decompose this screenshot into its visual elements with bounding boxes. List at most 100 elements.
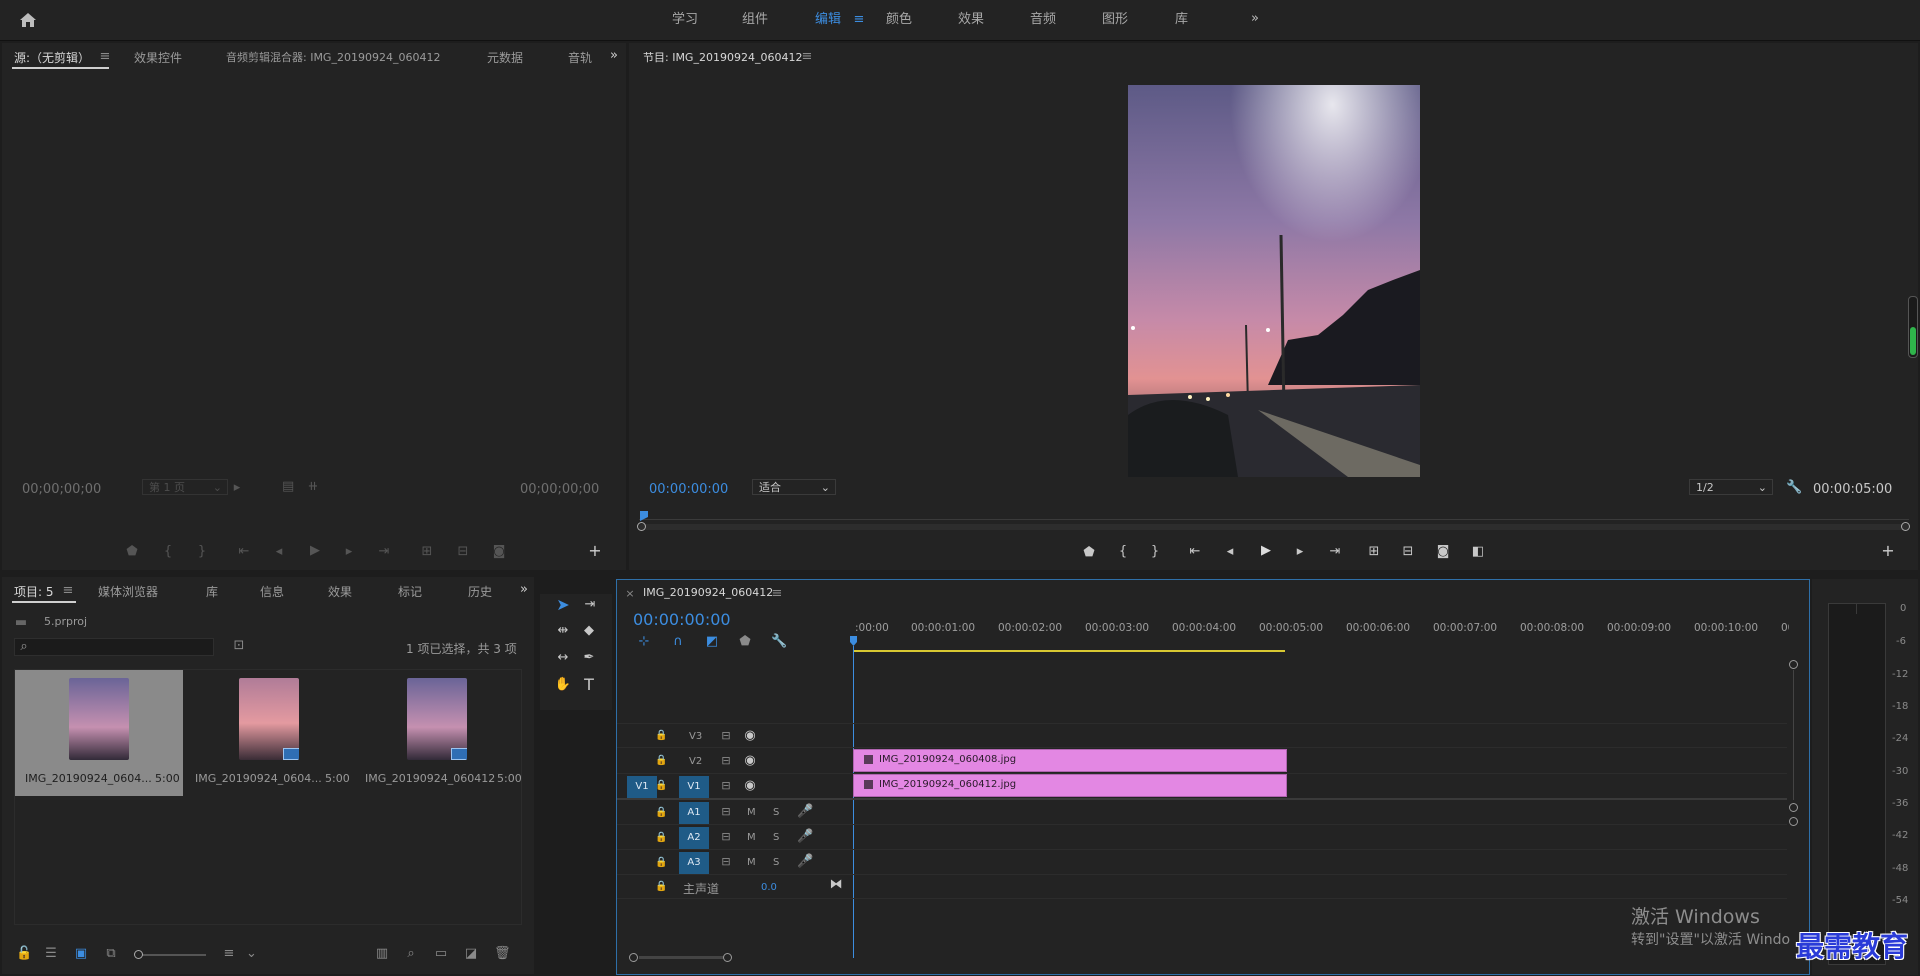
- panel-menu-icon[interactable]: ≡: [99, 50, 111, 64]
- export-frame-icon[interactable]: ▤: [282, 480, 294, 494]
- close-icon[interactable]: ×: [625, 587, 635, 601]
- microphone-icon[interactable]: 🎤: [797, 830, 813, 844]
- automate-icon[interactable]: ▥: [374, 947, 390, 961]
- tab-audio-track[interactable]: 音轨: [568, 49, 592, 66]
- project-item[interactable]: IMG_20190924_0604... 5:00: [185, 670, 353, 796]
- add-button-icon[interactable]: +: [1881, 543, 1895, 559]
- razor-tool-icon[interactable]: ◆: [580, 624, 598, 638]
- icon-view-icon[interactable]: ▣: [74, 947, 88, 961]
- mark-in-icon[interactable]: {: [162, 545, 174, 559]
- playhead-marker[interactable]: [850, 636, 857, 646]
- pen-tool-icon[interactable]: ✒: [580, 651, 598, 665]
- home-icon[interactable]: [18, 12, 38, 30]
- zoom-handle-right[interactable]: [1901, 522, 1910, 531]
- overwrite-icon[interactable]: ⊟: [454, 545, 472, 559]
- camera-icon[interactable]: ◙: [1436, 545, 1450, 559]
- lock-icon[interactable]: 🔒: [655, 856, 667, 870]
- lock-icon[interactable]: 🔓: [16, 947, 32, 961]
- chevron-down-icon[interactable]: ⌄: [246, 947, 257, 961]
- go-to-end-icon[interactable]: ⧓: [829, 878, 843, 892]
- tab-effects[interactable]: 效果: [328, 583, 352, 600]
- timeline-clip[interactable]: IMG_20190924_060412.jpg: [853, 774, 1287, 797]
- source-timecode-in[interactable]: 00;00;00;00: [22, 482, 101, 497]
- play-icon[interactable]: ▶: [308, 544, 322, 558]
- tab-media-browser[interactable]: 媒体浏览器: [98, 583, 158, 600]
- program-scrub-bar[interactable]: [637, 509, 1910, 531]
- track-target-v1[interactable]: V1: [679, 776, 709, 798]
- go-to-out-icon[interactable]: ⇥: [376, 545, 392, 559]
- tab-graphics[interactable]: 图形: [1102, 0, 1128, 40]
- sync-lock-icon[interactable]: ⊟: [719, 855, 733, 869]
- timeline-clip[interactable]: IMG_20190924_060408.jpg: [853, 749, 1287, 772]
- lock-icon[interactable]: 🔒: [655, 729, 667, 743]
- snap-icon[interactable]: ∩: [671, 635, 685, 649]
- zoom-slider[interactable]: [134, 950, 206, 959]
- vertical-scrollbar[interactable]: [1789, 660, 1799, 960]
- fit-select[interactable]: 适合 ⌄: [752, 479, 836, 495]
- mute-button[interactable]: M: [747, 807, 756, 818]
- lift-icon[interactable]: ⊞: [1365, 545, 1383, 559]
- insert-icon[interactable]: ⊞: [418, 545, 436, 559]
- solo-button[interactable]: S: [773, 832, 779, 843]
- horizontal-scrollbar[interactable]: [629, 952, 732, 962]
- add-marker-icon[interactable]: ⬟: [739, 635, 751, 649]
- timeline-timecode[interactable]: 00:00:00:00: [633, 610, 731, 629]
- zoom-handle-left[interactable]: [637, 522, 646, 531]
- tab-libraries[interactable]: 库: [1175, 0, 1188, 40]
- add-button-icon[interactable]: +: [588, 543, 602, 559]
- type-tool-icon[interactable]: T: [580, 677, 598, 693]
- master-volume-value[interactable]: 0.0: [761, 882, 777, 893]
- sort-icon[interactable]: ≡: [222, 947, 236, 961]
- slip-tool-icon[interactable]: ↔: [554, 651, 572, 665]
- freeform-view-icon[interactable]: ⧉: [102, 947, 120, 961]
- go-to-in-icon[interactable]: ⇤: [236, 545, 252, 559]
- microphone-icon[interactable]: 🎤: [797, 805, 813, 819]
- solo-button[interactable]: S: [773, 857, 779, 868]
- go-to-in-icon[interactable]: ⇤: [1187, 545, 1203, 559]
- panel-overflow-icon[interactable]: »: [518, 583, 530, 597]
- tab-learn[interactable]: 学习: [672, 0, 698, 40]
- project-item[interactable]: IMG_20190924_0604... 5:00: [15, 670, 183, 796]
- panel-overflow-icon[interactable]: »: [608, 49, 620, 63]
- tab-libraries[interactable]: 库: [206, 583, 218, 600]
- lock-icon[interactable]: 🔒: [655, 779, 667, 793]
- sequence-tab[interactable]: IMG_20190924_060412: [643, 586, 773, 599]
- tab-markers[interactable]: 标记: [398, 583, 422, 600]
- sync-lock-icon[interactable]: ⊟: [719, 754, 733, 768]
- selection-tool-icon[interactable]: ➤: [554, 597, 572, 613]
- eye-icon[interactable]: ◉: [743, 754, 757, 768]
- track-target-a2[interactable]: A2: [679, 827, 709, 849]
- track-target-a3[interactable]: A3: [679, 852, 709, 874]
- sync-lock-icon[interactable]: ⊟: [719, 830, 733, 844]
- timeline-settings-icon[interactable]: 🔧: [771, 635, 787, 649]
- new-item-icon[interactable]: ◪: [464, 947, 478, 961]
- tab-history[interactable]: 历史: [468, 583, 492, 600]
- workspace-menu-icon[interactable]: ≡: [852, 13, 866, 27]
- mark-out-icon[interactable]: }: [196, 545, 208, 559]
- step-forward-icon[interactable]: ▸: [1293, 545, 1307, 559]
- settings-small-icon[interactable]: ⧺: [306, 480, 320, 494]
- resolution-select[interactable]: 1/2 ⌄: [1689, 479, 1773, 495]
- tab-effect-controls[interactable]: 效果控件: [134, 49, 182, 66]
- play-icon[interactable]: ▶: [1259, 544, 1273, 558]
- zoom-slider-handle[interactable]: [134, 950, 143, 959]
- step-forward-icon[interactable]: ▸: [342, 545, 356, 559]
- lock-icon[interactable]: 🔒: [655, 806, 667, 820]
- ripple-edit-tool-icon[interactable]: ⇹: [554, 624, 572, 638]
- hand-tool-icon[interactable]: ✋: [554, 678, 572, 692]
- find-icon[interactable]: ⌕: [404, 947, 418, 961]
- sync-lock-icon[interactable]: ⊟: [719, 729, 733, 743]
- extract-icon[interactable]: ⊟: [1399, 545, 1417, 559]
- tab-info[interactable]: 信息: [260, 583, 284, 600]
- search-input[interactable]: ⌕: [14, 638, 214, 656]
- tab-editing[interactable]: 编辑: [815, 0, 841, 40]
- step-back-icon[interactable]: ◂: [1223, 545, 1237, 559]
- page-select[interactable]: 第 1 页 ⌄: [142, 479, 228, 495]
- tab-color[interactable]: 颜色: [886, 0, 912, 40]
- tab-audio[interactable]: 音频: [1030, 0, 1056, 40]
- project-item[interactable]: IMG_20190924_060412 5:00: [355, 670, 522, 796]
- more-workspaces-icon[interactable]: »: [1248, 12, 1262, 26]
- source-patch-v1[interactable]: V1: [627, 776, 657, 798]
- marker-icon[interactable]: ⬟: [126, 545, 138, 559]
- time-ruler[interactable]: :00:00 00:00:01:00 00:00:02:00 00:00:03:…: [850, 622, 1803, 652]
